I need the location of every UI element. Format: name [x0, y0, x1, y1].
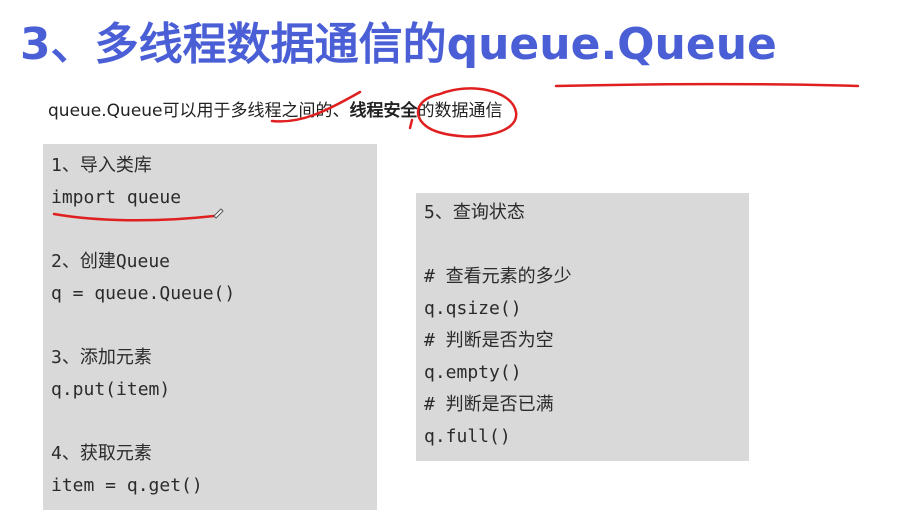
- code-full: q.full(): [424, 426, 511, 447]
- comment-empty: # 判断是否为空: [424, 330, 554, 351]
- slide-title: 3、多线程数据通信的queue.Queue: [20, 19, 777, 70]
- code-box-query-status: 5、查询状态 # 查看元素的多少 q.qsize() # 判断是否为空 q.em…: [416, 193, 749, 461]
- subtitle-bold-thread-safe: 线程安全: [349, 101, 418, 121]
- step-1-heading: 1、导入类库: [51, 155, 152, 176]
- step-1-code: import queue: [51, 187, 182, 208]
- code-empty: q.empty(): [424, 362, 522, 383]
- comment-full: # 判断是否已满: [424, 394, 554, 415]
- subtitle-part-1: queue.Queue可以用于多线程之间的、: [48, 101, 350, 121]
- step-4-code: item = q.get(): [51, 475, 203, 496]
- comment-qsize: # 查看元素的多少: [424, 266, 572, 287]
- step-2-code: q = queue.Queue(): [51, 283, 236, 304]
- step-4-heading: 4、获取元素: [51, 443, 152, 464]
- slide-subtitle: queue.Queue可以用于多线程之间的、线程安全的数据通信: [48, 96, 503, 126]
- step-5-heading: 5、查询状态: [424, 202, 525, 223]
- step-2-heading: 2、创建Queue: [51, 251, 171, 272]
- step-3-code: q.put(item): [51, 379, 171, 400]
- step-3-heading: 3、添加元素: [51, 347, 152, 368]
- subtitle-part-2: 的数据通信: [417, 101, 503, 121]
- code-qsize: q.qsize(): [424, 298, 522, 319]
- code-box-usage-steps: 1、导入类库 import queue 2、创建Queue q = queue.…: [43, 144, 377, 510]
- underline-title-queue: [554, 82, 860, 88]
